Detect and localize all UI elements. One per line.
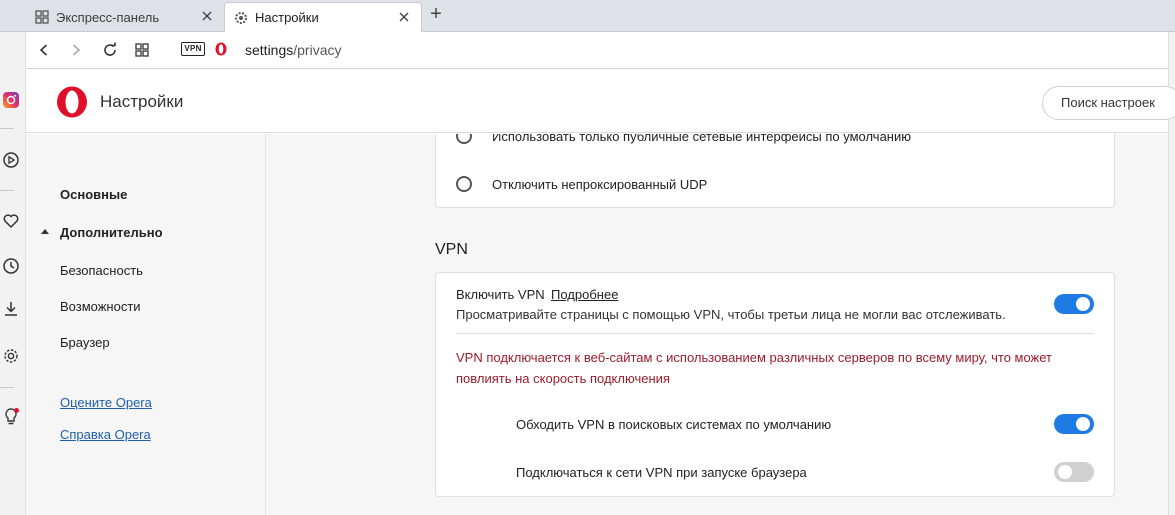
toggle-knob — [1058, 465, 1072, 479]
history-clock-icon[interactable] — [0, 255, 22, 277]
close-icon[interactable] — [200, 9, 214, 23]
opera-logo-icon — [56, 86, 88, 118]
tab-label: Экспресс-панель — [56, 9, 160, 25]
forward-button[interactable] — [66, 40, 86, 60]
address-bar: VPN settings/privacy — [26, 32, 1175, 69]
sidebar-divider — [0, 190, 14, 191]
vpn-bypass-label: Обходить VPN в поисковых системах по умо… — [516, 417, 832, 432]
divider — [456, 333, 1094, 334]
vpn-startup-label: Подключаться к сети VPN при запуске брау… — [516, 465, 807, 480]
vpn-more-link[interactable]: Подробнее — [551, 287, 618, 302]
instagram-icon[interactable] — [0, 89, 22, 111]
webrtc-card: Использовать только публичные сетевые ин… — [435, 134, 1115, 208]
vpn-startup-toggle[interactable] — [1054, 462, 1094, 482]
gear-icon[interactable] — [0, 345, 22, 367]
vpn-warning-line2: повлиять на скорость подключения — [456, 371, 670, 386]
sidebar-divider — [0, 387, 14, 388]
toggle-knob — [1076, 417, 1090, 431]
url-field[interactable]: settings/privacy — [245, 42, 341, 58]
close-icon[interactable] — [397, 10, 411, 24]
settings-search-input[interactable]: Поиск настроек — [1042, 86, 1175, 120]
vpn-description: Просматривайте страницы с помощью VPN, ч… — [456, 307, 1006, 322]
radio-label: Использовать только публичные сетевые ин… — [492, 134, 911, 144]
page-title: Настройки — [100, 92, 184, 111]
vpn-bypass-toggle[interactable] — [1054, 414, 1094, 434]
collapse-arrow-icon[interactable] — [41, 229, 49, 234]
nav-features[interactable]: Возможности — [60, 299, 141, 314]
tabs-grid-button[interactable] — [132, 40, 152, 60]
vpn-enable-toggle[interactable] — [1054, 294, 1094, 314]
settings-main: Использовать только публичные сетевые ин… — [266, 134, 1168, 515]
opera-sidebar — [0, 0, 26, 515]
grid-icon — [34, 9, 50, 25]
gear-icon — [233, 10, 249, 26]
nav-security[interactable]: Безопасность — [60, 263, 143, 278]
radio-disable-udp[interactable] — [456, 176, 472, 192]
nav-advanced[interactable]: Дополнительно — [60, 225, 163, 240]
url-path: /privacy — [293, 42, 342, 58]
vpn-enable-label: Включить VPN — [456, 287, 545, 302]
vpn-card: Включить VPN Подробнее Просматривайте ст… — [435, 272, 1115, 497]
nav-browser[interactable]: Браузер — [60, 335, 110, 350]
section-heading-vpn: VPN — [435, 241, 468, 258]
radio-label: Отключить непроксированный UDP — [492, 177, 708, 192]
opera-logo-icon — [215, 42, 227, 56]
back-button[interactable] — [34, 40, 54, 60]
tab-strip: Экспресс-панель Настройки + — [0, 0, 1175, 32]
radio-public-interfaces[interactable] — [456, 134, 472, 144]
toggle-knob — [1076, 297, 1090, 311]
new-tab-button[interactable]: + — [427, 4, 445, 25]
nav-basic[interactable]: Основные — [60, 187, 127, 202]
opera-help-link[interactable]: Справка Opera — [60, 427, 151, 442]
heart-icon[interactable] — [0, 210, 22, 232]
vpn-warning-line1: VPN подключается к веб-сайтам с использо… — [456, 350, 1053, 365]
download-icon[interactable] — [0, 298, 22, 320]
tab-speed-dial[interactable]: Экспресс-панель — [26, 2, 224, 32]
settings-header: Настройки Поиск настроек — [26, 70, 1175, 133]
rate-opera-link[interactable]: Оцените Opera — [60, 395, 152, 410]
tab-label: Настройки — [255, 10, 319, 25]
player-icon[interactable] — [0, 149, 22, 171]
sidebar-divider — [0, 128, 14, 129]
vpn-badge[interactable]: VPN — [181, 42, 205, 56]
url-host: settings — [245, 42, 294, 58]
lightbulb-icon[interactable] — [0, 406, 22, 428]
tab-settings[interactable]: Настройки — [224, 2, 422, 32]
settings-nav: Основные Дополнительно Безопасность Возм… — [26, 134, 266, 515]
reload-button[interactable] — [100, 40, 120, 60]
